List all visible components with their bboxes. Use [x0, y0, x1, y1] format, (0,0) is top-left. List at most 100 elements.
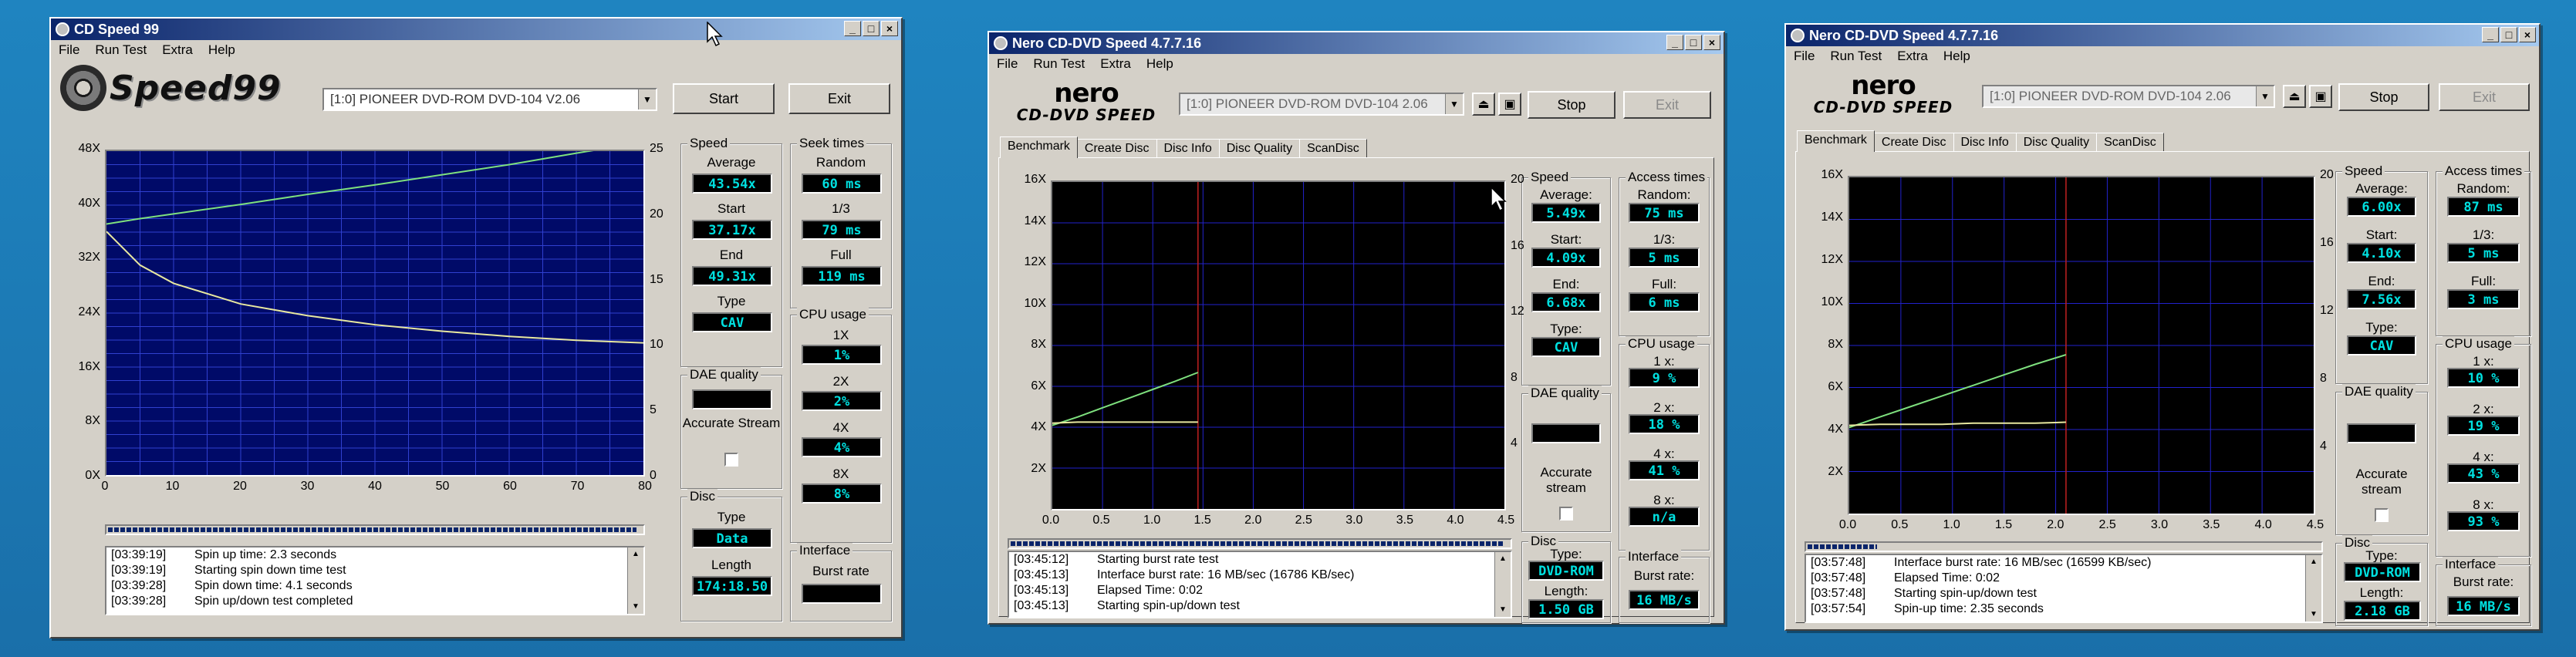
tab-disc-quality[interactable]: Disc Quality [1218, 139, 1301, 158]
scroll-down-icon[interactable]: ▼ [628, 600, 643, 614]
minimize-button[interactable]: _ [1666, 35, 1683, 50]
exit-button[interactable]: Exit [1623, 91, 1711, 119]
log-timestamp: [03:57:48] [1811, 587, 1866, 600]
start-button[interactable]: Start [673, 83, 775, 114]
menu-run-test[interactable]: Run Test [1830, 49, 1882, 64]
drive-select[interactable]: [1:0] PIONEER DVD-ROM DVD-104 2.06 ▼ [1179, 93, 1464, 116]
log-scrollbar[interactable]: ▲ ▼ [2305, 555, 2321, 622]
log-scrollbar[interactable]: ▲ ▼ [1494, 552, 1511, 617]
cpu-8x-label: 8 x: [2473, 497, 2494, 512]
save-icon[interactable]: ▣ [1498, 93, 1521, 116]
title-bar[interactable]: Nero CD-DVD Speed 4.7.7.16 _ □ × [989, 32, 1724, 54]
drive-select[interactable]: [1:0] PIONEER DVD-ROM DVD-104 V2.06 ▼ [322, 88, 657, 111]
menu-extra[interactable]: Extra [1100, 56, 1131, 72]
burst-rate-value [802, 584, 882, 604]
log-timestamp: [03:39:19] [111, 564, 167, 577]
y-tick-label: 8X [1031, 338, 1046, 351]
scroll-down-icon[interactable]: ▼ [1495, 603, 1511, 617]
minimize-button[interactable]: _ [2482, 27, 2499, 42]
maximize-button[interactable]: □ [1685, 35, 1702, 50]
start-value: 37.17x [692, 220, 772, 240]
y-right-tick-label: 4 [1511, 436, 1518, 450]
series-line-2 [1052, 421, 1198, 424]
disc-group: Disc Type: DVD-ROM Length: 2.18 GB [2335, 535, 2428, 626]
log-list[interactable]: [03:39:19] Spin up time: 2.3 seconds [03:3… [105, 546, 645, 615]
full-value: 6 ms [1629, 292, 1700, 312]
exit-button[interactable]: Exit [2439, 83, 2530, 111]
tab-create-disc[interactable]: Create Disc [1076, 139, 1157, 158]
menu-run-test[interactable]: Run Test [95, 42, 147, 58]
speed99-logo: Speed99 [60, 65, 282, 111]
eject-icon[interactable]: ⏏ [1472, 93, 1495, 116]
chevron-down-icon[interactable]: ▼ [1445, 94, 1463, 114]
end-value: 6.68x [1531, 292, 1601, 312]
end-label: End: [2368, 274, 2395, 288]
accurate-stream-checkbox[interactable] [2375, 508, 2389, 522]
y-tick-label: 48X [78, 142, 100, 155]
tab-benchmark[interactable]: Benchmark [1000, 136, 1078, 158]
close-button[interactable]: × [881, 21, 898, 36]
disc-type-value: Data [692, 528, 772, 548]
accurate-stream-checkbox[interactable] [1559, 507, 1573, 521]
benchmark-chart [105, 150, 645, 477]
window-title: Nero CD-DVD Speed 4.7.7.16 [1012, 35, 1202, 51]
minimize-button[interactable]: _ [844, 21, 861, 36]
nero-logo-top: nero [1851, 70, 1916, 101]
tab-create-disc[interactable]: Create Disc [1873, 133, 1954, 152]
close-button[interactable]: × [2519, 27, 2536, 42]
menu-file[interactable]: File [1794, 49, 1815, 64]
log-entry: [03:45:12] Starting burst rate test [1009, 552, 1511, 568]
menu-file[interactable]: File [59, 42, 79, 58]
x-tick-label: 0.0 [1838, 518, 1857, 531]
end-label: End [719, 248, 744, 262]
title-bar[interactable]: CD Speed 99 _ □ × [51, 19, 901, 40]
progress-fill [1808, 544, 1877, 549]
exit-button[interactable]: Exit [788, 83, 890, 114]
tab-benchmark[interactable]: Benchmark [1797, 130, 1875, 152]
tab-disc-quality[interactable]: Disc Quality [2015, 133, 2098, 152]
disc-type-value: DVD-ROM [2344, 562, 2421, 582]
scroll-up-icon[interactable]: ▲ [628, 548, 643, 561]
menu-extra[interactable]: Extra [1897, 49, 1928, 64]
scroll-up-icon[interactable]: ▲ [1495, 552, 1511, 566]
save-icon[interactable]: ▣ [2309, 85, 2332, 108]
scroll-up-icon[interactable]: ▲ [2306, 555, 2321, 569]
stop-button[interactable]: Stop [1528, 91, 1615, 119]
interface-group-title: Interface [1626, 549, 1682, 564]
log-scrollbar[interactable]: ▲ ▼ [627, 548, 643, 614]
tab-disc-info[interactable]: Disc Info [1953, 133, 2017, 152]
menu-extra[interactable]: Extra [162, 42, 193, 58]
menu-run-test[interactable]: Run Test [1033, 56, 1085, 72]
tab-scandisc[interactable]: ScanDisc [1299, 139, 1367, 158]
eject-icon[interactable]: ⏏ [2283, 85, 2306, 108]
log-entry: [03:39:28] Spin down time: 4.1 seconds [106, 578, 643, 594]
y-right-tick-label: 25 [650, 142, 663, 155]
chevron-down-icon[interactable]: ▼ [2256, 86, 2274, 106]
full-label: Full: [1651, 277, 1677, 291]
series-line-1 [1052, 372, 1199, 426]
chevron-down-icon[interactable]: ▼ [638, 89, 656, 110]
maximize-button[interactable]: □ [863, 21, 879, 36]
scroll-down-icon[interactable]: ▼ [2306, 608, 2321, 622]
log-entry: [03:45:13] Elapsed Time: 0:02 [1009, 583, 1511, 598]
accurate-stream-checkbox[interactable] [724, 453, 738, 467]
close-button[interactable]: × [1703, 35, 1720, 50]
menu-help[interactable]: Help [1943, 49, 1970, 64]
title-bar[interactable]: Nero CD-DVD Speed 4.7.7.16 _ □ × [1786, 25, 2539, 46]
tab-disc-info[interactable]: Disc Info [1156, 139, 1220, 158]
cpu-2x-label: 2 x: [2473, 402, 2494, 416]
drive-select[interactable]: [1:0] PIONEER DVD-ROM DVD-104 2.06 ▼ [1982, 85, 2275, 108]
dae-quality-value [1531, 423, 1601, 443]
menu-help[interactable]: Help [1146, 56, 1173, 72]
menu-help[interactable]: Help [208, 42, 235, 58]
log-list[interactable]: [03:57:48] Interface burst rate: 16 MB/se… [1805, 554, 2323, 623]
menu-file[interactable]: File [997, 56, 1018, 72]
log-list[interactable]: [03:45:12] Starting burst rate test [03:45… [1008, 551, 1512, 618]
tab-scandisc[interactable]: ScanDisc [2096, 133, 2164, 152]
burst-rate-label: Burst rate: [1633, 568, 1695, 583]
tab-bar: Benchmark Create Disc Disc Info Disc Qua… [1797, 130, 2164, 152]
maximize-button[interactable]: □ [2500, 27, 2517, 42]
stop-button[interactable]: Stop [2338, 83, 2429, 111]
log-message: Interface burst rate: 16 MB/sec (16786 K… [1097, 568, 1355, 581]
y-tick-label: 10X [1024, 296, 1046, 310]
